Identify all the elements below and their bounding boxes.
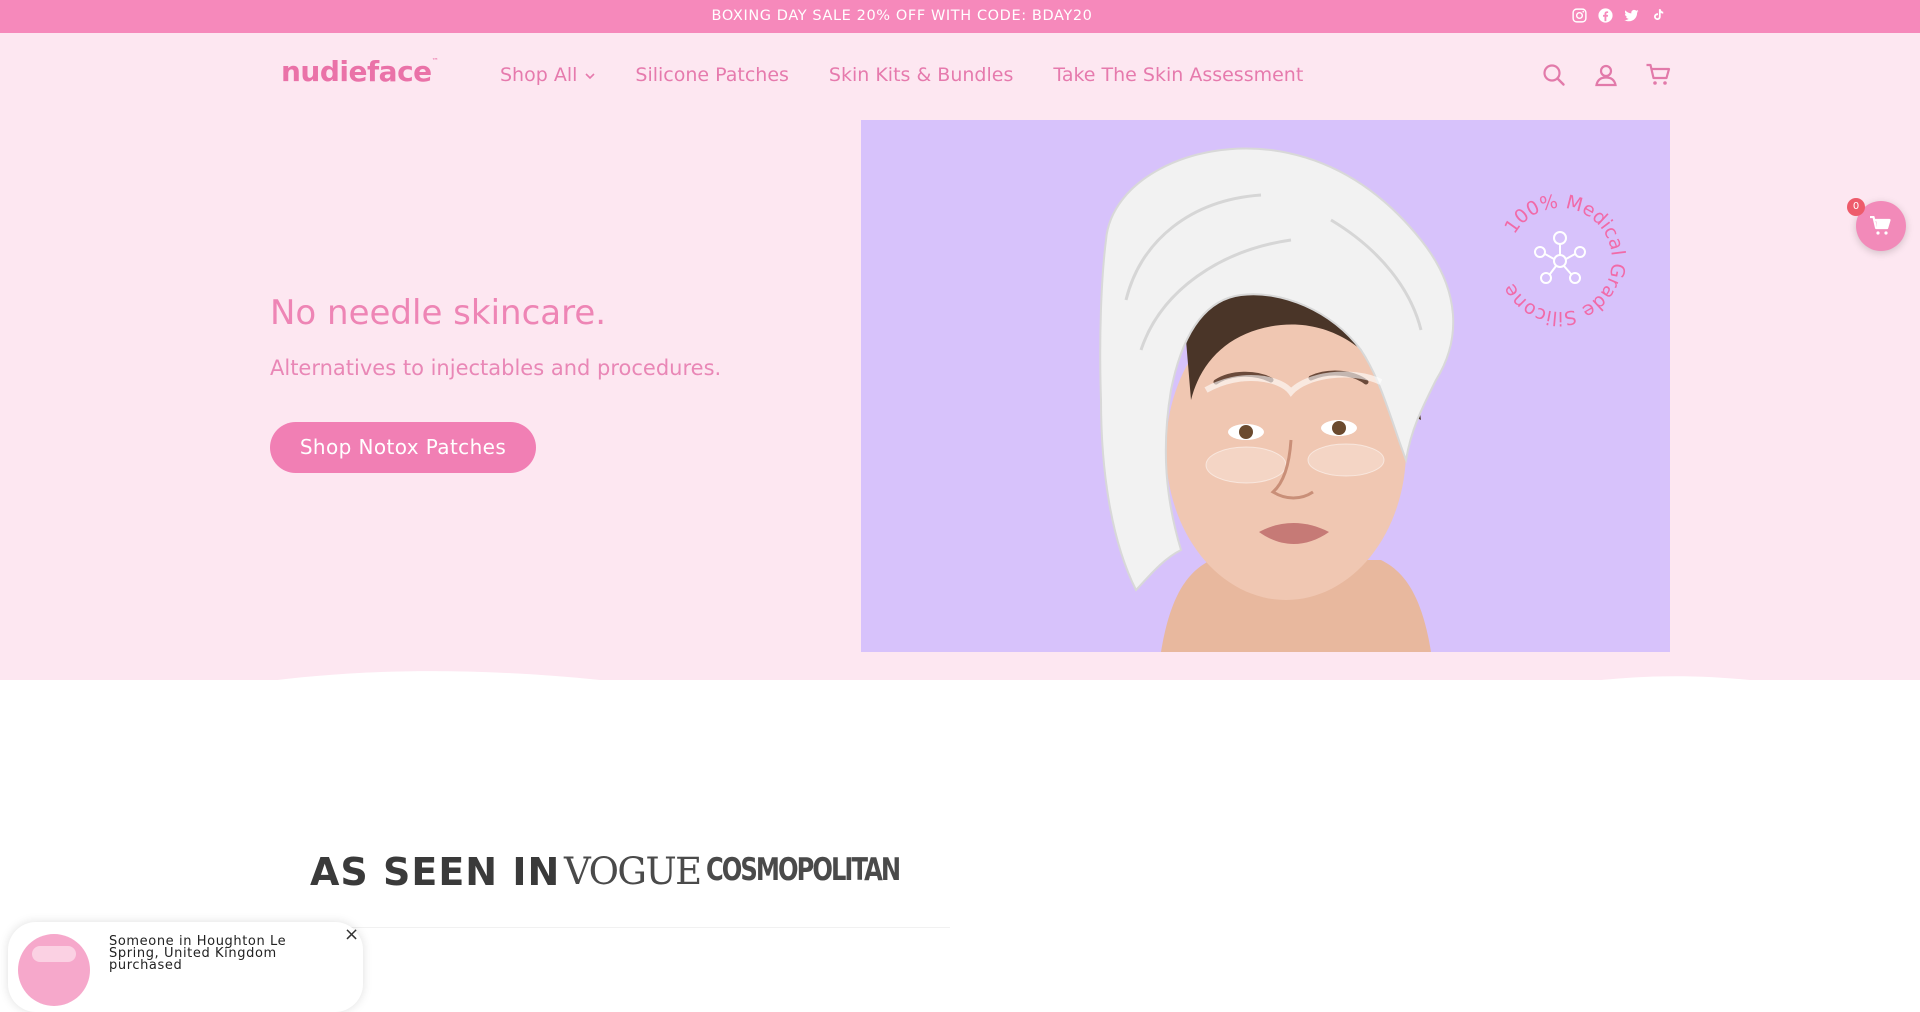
logo[interactable]: nudieface™ xyxy=(281,55,439,88)
tiktok-icon[interactable] xyxy=(1649,7,1666,24)
facebook-icon[interactable] xyxy=(1597,7,1614,24)
as-seen-in-heading: AS SEEN IN xyxy=(310,850,561,894)
purchase-notification-text: Someone in Houghton Le Spring, United Ki… xyxy=(109,934,287,973)
site-header: nudieface™ Shop All Silicone Patches Ski… xyxy=(0,33,1920,120)
hero-subheadline: Alternatives to injectables and procedur… xyxy=(270,356,722,380)
wave-divider xyxy=(0,671,1920,760)
medical-grade-badge: 100% Medical Grade Silicone xyxy=(1498,191,1629,329)
divider xyxy=(310,927,950,928)
account-icon[interactable] xyxy=(1593,62,1619,88)
close-icon[interactable]: × xyxy=(344,924,359,945)
social-links xyxy=(1571,7,1666,24)
nav-skin-kits-label: Skin Kits & Bundles xyxy=(828,64,1014,86)
product-thumbnail xyxy=(18,934,90,1006)
logo-text: nudieface xyxy=(281,55,432,88)
trademark-mark: ™ xyxy=(431,57,439,65)
instagram-icon[interactable] xyxy=(1571,7,1588,24)
cart-icon xyxy=(1870,216,1891,235)
purchase-notification[interactable]: Someone in Houghton Le Spring, United Ki… xyxy=(8,922,363,1012)
molecule-icon xyxy=(1534,231,1586,284)
announcement-text: BOXING DAY SALE 20% OFF WITH CODE: BDAY2… xyxy=(711,8,1093,24)
cart-count-badge: 0 xyxy=(1847,198,1865,216)
cart-icon[interactable] xyxy=(1645,62,1671,88)
nav-skin-assessment-label: Take The Skin Assessment xyxy=(1053,64,1304,86)
header-icons xyxy=(1541,62,1671,88)
hero-headline: No needle skincare. xyxy=(270,293,607,333)
announcement-bar: BOXING DAY SALE 20% OFF WITH CODE: BDAY2… xyxy=(0,0,1920,33)
nav-silicone-patches-label: Silicone Patches xyxy=(635,64,789,86)
vogue-logo: VOGUE xyxy=(564,850,702,893)
nav-silicone-patches[interactable]: Silicone Patches xyxy=(635,64,789,86)
twitter-icon[interactable] xyxy=(1623,7,1640,24)
main-nav: Shop All Silicone Patches Skin Kits & Bu… xyxy=(500,64,1303,86)
nav-shop-all-label: Shop All xyxy=(500,64,578,86)
badge-text: 100% Medical Grade Silicone xyxy=(1498,191,1629,329)
nav-skin-kits-bundles[interactable]: Skin Kits & Bundles xyxy=(829,64,1013,86)
nav-shop-all[interactable]: Shop All xyxy=(500,64,595,86)
shop-notox-patches-button[interactable]: Shop Notox Patches xyxy=(270,422,536,473)
cosmopolitan-logo: COSMOPOLITAN xyxy=(706,852,901,888)
search-icon[interactable] xyxy=(1541,62,1567,88)
nav-skin-assessment[interactable]: Take The Skin Assessment xyxy=(1053,64,1303,86)
chevron-down-icon xyxy=(585,72,595,79)
